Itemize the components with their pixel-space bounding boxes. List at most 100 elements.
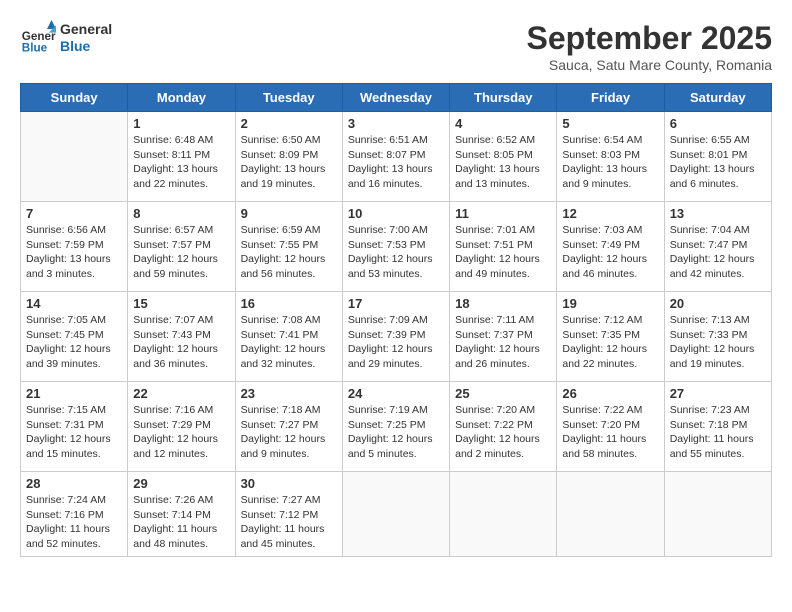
day-number: 6	[670, 116, 766, 131]
calendar-cell: 21 Sunrise: 7:15 AM Sunset: 7:31 PM Dayli…	[21, 382, 128, 472]
day-number: 30	[241, 476, 337, 491]
calendar-cell: 24 Sunrise: 7:19 AM Sunset: 7:25 PM Dayli…	[342, 382, 449, 472]
day-info: Sunrise: 7:24 AM Sunset: 7:16 PM Dayligh…	[26, 493, 122, 552]
day-info: Sunrise: 7:16 AM Sunset: 7:29 PM Dayligh…	[133, 403, 229, 462]
day-info: Sunrise: 6:55 AM Sunset: 8:01 PM Dayligh…	[670, 133, 766, 192]
day-number: 24	[348, 386, 444, 401]
weekday-header-tuesday: Tuesday	[235, 84, 342, 112]
calendar-cell: 23 Sunrise: 7:18 AM Sunset: 7:27 PM Dayli…	[235, 382, 342, 472]
weekday-header-thursday: Thursday	[450, 84, 557, 112]
day-info: Sunrise: 6:59 AM Sunset: 7:55 PM Dayligh…	[241, 223, 337, 282]
calendar-cell: 9 Sunrise: 6:59 AM Sunset: 7:55 PM Daylig…	[235, 202, 342, 292]
day-info: Sunrise: 6:57 AM Sunset: 7:57 PM Dayligh…	[133, 223, 229, 282]
day-info: Sunrise: 7:08 AM Sunset: 7:41 PM Dayligh…	[241, 313, 337, 372]
day-info: Sunrise: 7:01 AM Sunset: 7:51 PM Dayligh…	[455, 223, 551, 282]
day-info: Sunrise: 7:19 AM Sunset: 7:25 PM Dayligh…	[348, 403, 444, 462]
logo-icon: General Blue	[20, 20, 56, 56]
calendar-cell: 17 Sunrise: 7:09 AM Sunset: 7:39 PM Dayli…	[342, 292, 449, 382]
day-number: 25	[455, 386, 551, 401]
title-area: September 2025 Sauca, Satu Mare County, …	[527, 20, 772, 73]
day-number: 8	[133, 206, 229, 221]
calendar-cell: 27 Sunrise: 7:23 AM Sunset: 7:18 PM Dayli…	[664, 382, 771, 472]
day-number: 19	[562, 296, 658, 311]
calendar-cell: 6 Sunrise: 6:55 AM Sunset: 8:01 PM Daylig…	[664, 112, 771, 202]
day-info: Sunrise: 7:11 AM Sunset: 7:37 PM Dayligh…	[455, 313, 551, 372]
day-number: 21	[26, 386, 122, 401]
svg-text:Blue: Blue	[22, 42, 48, 55]
day-info: Sunrise: 7:07 AM Sunset: 7:43 PM Dayligh…	[133, 313, 229, 372]
calendar-cell	[557, 472, 664, 557]
weekday-header-row: SundayMondayTuesdayWednesdayThursdayFrid…	[21, 84, 772, 112]
day-info: Sunrise: 7:04 AM Sunset: 7:47 PM Dayligh…	[670, 223, 766, 282]
day-info: Sunrise: 7:12 AM Sunset: 7:35 PM Dayligh…	[562, 313, 658, 372]
day-info: Sunrise: 7:09 AM Sunset: 7:39 PM Dayligh…	[348, 313, 444, 372]
calendar-cell: 13 Sunrise: 7:04 AM Sunset: 7:47 PM Dayli…	[664, 202, 771, 292]
day-number: 2	[241, 116, 337, 131]
day-number: 16	[241, 296, 337, 311]
calendar: SundayMondayTuesdayWednesdayThursdayFrid…	[20, 83, 772, 557]
day-number: 17	[348, 296, 444, 311]
day-info: Sunrise: 6:48 AM Sunset: 8:11 PM Dayligh…	[133, 133, 229, 192]
day-number: 18	[455, 296, 551, 311]
location-subtitle: Sauca, Satu Mare County, Romania	[527, 57, 772, 73]
day-info: Sunrise: 7:27 AM Sunset: 7:12 PM Dayligh…	[241, 493, 337, 552]
day-info: Sunrise: 7:18 AM Sunset: 7:27 PM Dayligh…	[241, 403, 337, 462]
day-number: 12	[562, 206, 658, 221]
day-number: 9	[241, 206, 337, 221]
day-number: 15	[133, 296, 229, 311]
day-number: 4	[455, 116, 551, 131]
day-number: 14	[26, 296, 122, 311]
calendar-cell: 20 Sunrise: 7:13 AM Sunset: 7:33 PM Dayli…	[664, 292, 771, 382]
calendar-cell: 26 Sunrise: 7:22 AM Sunset: 7:20 PM Dayli…	[557, 382, 664, 472]
calendar-cell	[342, 472, 449, 557]
day-info: Sunrise: 7:15 AM Sunset: 7:31 PM Dayligh…	[26, 403, 122, 462]
day-info: Sunrise: 6:56 AM Sunset: 7:59 PM Dayligh…	[26, 223, 122, 282]
header: General Blue General Blue September 2025…	[20, 20, 772, 73]
day-info: Sunrise: 7:20 AM Sunset: 7:22 PM Dayligh…	[455, 403, 551, 462]
day-number: 5	[562, 116, 658, 131]
calendar-cell: 5 Sunrise: 6:54 AM Sunset: 8:03 PM Daylig…	[557, 112, 664, 202]
calendar-cell: 29 Sunrise: 7:26 AM Sunset: 7:14 PM Dayli…	[128, 472, 235, 557]
calendar-cell	[664, 472, 771, 557]
weekday-header-saturday: Saturday	[664, 84, 771, 112]
day-info: Sunrise: 6:50 AM Sunset: 8:09 PM Dayligh…	[241, 133, 337, 192]
weekday-header-wednesday: Wednesday	[342, 84, 449, 112]
day-info: Sunrise: 7:26 AM Sunset: 7:14 PM Dayligh…	[133, 493, 229, 552]
day-number: 13	[670, 206, 766, 221]
calendar-cell: 25 Sunrise: 7:20 AM Sunset: 7:22 PM Dayli…	[450, 382, 557, 472]
calendar-cell: 3 Sunrise: 6:51 AM Sunset: 8:07 PM Daylig…	[342, 112, 449, 202]
calendar-cell: 28 Sunrise: 7:24 AM Sunset: 7:16 PM Dayli…	[21, 472, 128, 557]
logo-general: General	[60, 21, 112, 38]
day-number: 23	[241, 386, 337, 401]
calendar-cell: 4Sunrise: 6:52 AM Sunset: 8:05 PM Daylig…	[450, 112, 557, 202]
day-number: 29	[133, 476, 229, 491]
day-number: 20	[670, 296, 766, 311]
calendar-cell: 1 Sunrise: 6:48 AM Sunset: 8:11 PM Daylig…	[128, 112, 235, 202]
day-number: 26	[562, 386, 658, 401]
day-info: Sunrise: 7:13 AM Sunset: 7:33 PM Dayligh…	[670, 313, 766, 372]
day-info: Sunrise: 7:05 AM Sunset: 7:45 PM Dayligh…	[26, 313, 122, 372]
day-number: 7	[26, 206, 122, 221]
day-info: Sunrise: 7:23 AM Sunset: 7:18 PM Dayligh…	[670, 403, 766, 462]
calendar-cell: 30 Sunrise: 7:27 AM Sunset: 7:12 PM Dayli…	[235, 472, 342, 557]
day-number: 27	[670, 386, 766, 401]
calendar-cell: 16 Sunrise: 7:08 AM Sunset: 7:41 PM Dayli…	[235, 292, 342, 382]
day-number: 28	[26, 476, 122, 491]
calendar-cell: 22 Sunrise: 7:16 AM Sunset: 7:29 PM Dayli…	[128, 382, 235, 472]
calendar-cell: 14 Sunrise: 7:05 AM Sunset: 7:45 PM Dayli…	[21, 292, 128, 382]
weekday-header-sunday: Sunday	[21, 84, 128, 112]
day-number: 10	[348, 206, 444, 221]
calendar-cell	[21, 112, 128, 202]
day-info: Sunrise: 6:51 AM Sunset: 8:07 PM Dayligh…	[348, 133, 444, 192]
day-number: 1	[133, 116, 229, 131]
calendar-cell: 10Sunrise: 7:00 AM Sunset: 7:53 PM Dayli…	[342, 202, 449, 292]
day-number: 3	[348, 116, 444, 131]
day-info: Sunrise: 7:22 AM Sunset: 7:20 PM Dayligh…	[562, 403, 658, 462]
weekday-header-monday: Monday	[128, 84, 235, 112]
weekday-header-friday: Friday	[557, 84, 664, 112]
calendar-cell	[450, 472, 557, 557]
month-title: September 2025	[527, 20, 772, 57]
calendar-cell: 11Sunrise: 7:01 AM Sunset: 7:51 PM Dayli…	[450, 202, 557, 292]
day-number: 22	[133, 386, 229, 401]
day-info: Sunrise: 6:54 AM Sunset: 8:03 PM Dayligh…	[562, 133, 658, 192]
